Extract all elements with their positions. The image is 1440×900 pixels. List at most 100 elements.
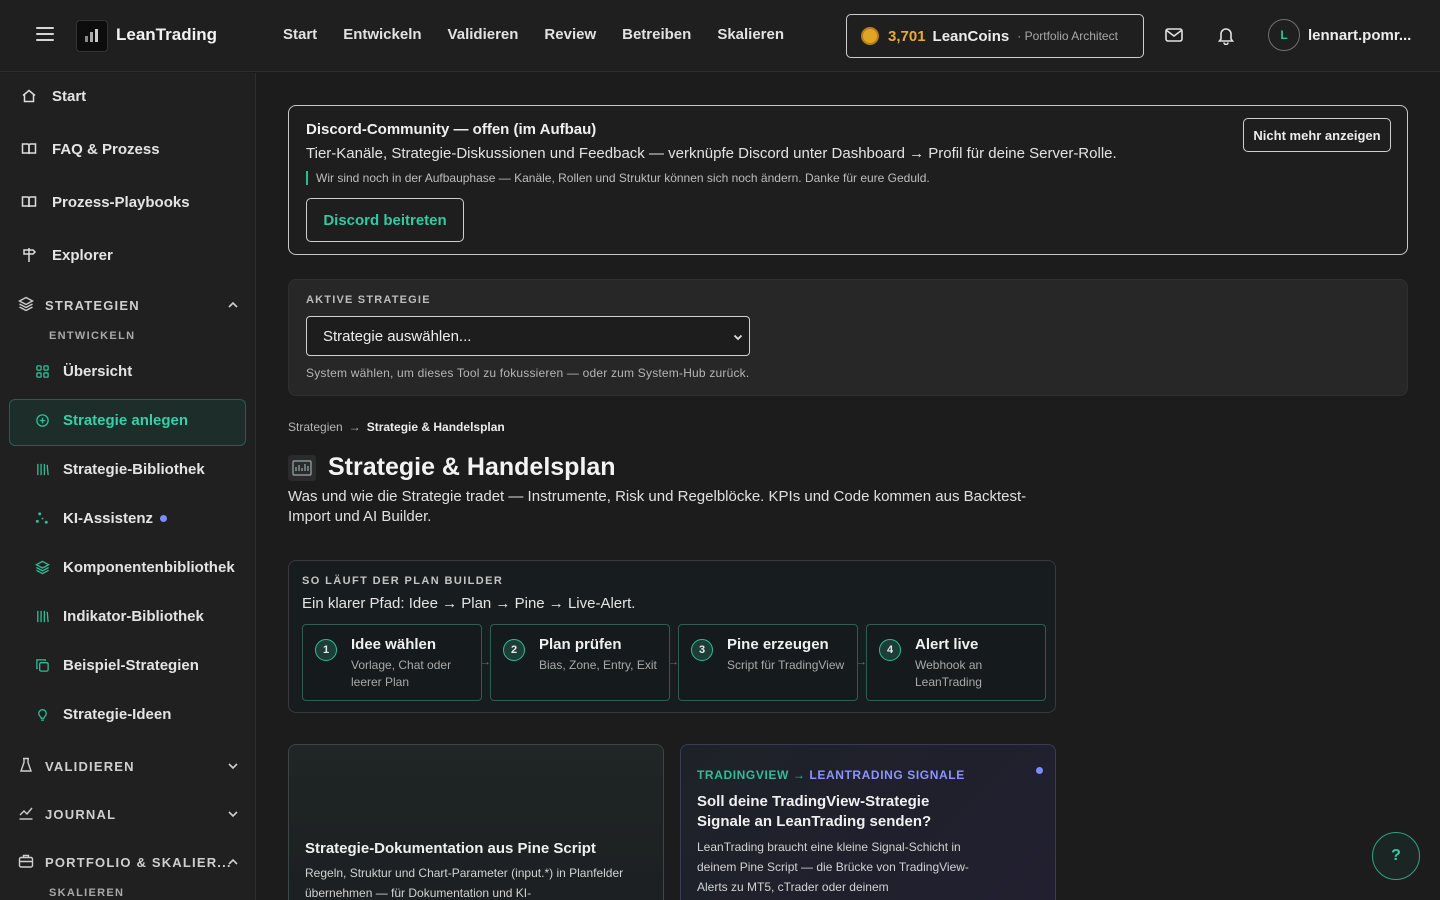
sidebar-item-faq[interactable]: FAQ & Prozess	[20, 140, 160, 158]
step-number: 3	[691, 639, 713, 661]
breadcrumb-parent[interactable]: Strategien	[288, 420, 343, 434]
tradingview-signals-card[interactable]: TRADINGVIEW → LEANTRADING SIGNALE Soll d…	[680, 744, 1056, 900]
sidebar-subheading-skalieren: SKALIEREN	[49, 887, 125, 899]
topnav-entwickeln[interactable]: Entwickeln	[343, 26, 421, 43]
chevron-up-icon	[228, 301, 238, 308]
sidebar-section-label: STRATEGIEN	[45, 297, 140, 313]
dismiss-banner-button[interactable]: Nicht mehr anzeigen	[1243, 118, 1391, 152]
plan-builder-kicker: SO LÄUFT DER PLAN BUILDER	[302, 575, 504, 587]
sidebar-item-start[interactable]: Start	[20, 87, 86, 105]
step-card-alert[interactable]: 4 Alert live Webhook an LeanTrading	[866, 624, 1046, 701]
sidebar-item-beispiel-strategien[interactable]: Beispiel-Strategien	[34, 657, 199, 674]
sidebar-item-playbooks[interactable]: Prozess-Playbooks	[20, 193, 190, 211]
discord-title: Discord-Community — offen (im Aufbau)	[306, 121, 597, 138]
chevron-down-icon	[228, 763, 238, 770]
grid-icon	[34, 364, 50, 380]
step-title: Idee wählen	[351, 636, 437, 653]
help-button[interactable]: ?	[1372, 832, 1420, 880]
layers-icon	[34, 560, 50, 576]
signpost-icon	[20, 246, 38, 264]
topnav-skalieren[interactable]: Skalieren	[717, 26, 784, 43]
step-card-plan[interactable]: 2 Plan prüfen Bias, Zone, Entry, Exit →	[490, 624, 679, 701]
step-description: Webhook an LeanTrading	[915, 658, 983, 689]
leancoins-badge[interactable]: 3,701 LeanCoins · Portfolio Architect	[846, 14, 1144, 58]
coin-rank: · Portfolio Architect	[1017, 29, 1118, 43]
mail-icon[interactable]	[1164, 25, 1186, 47]
sidebar-item-ki-assistenz[interactable]: KI-Assistenz	[34, 510, 168, 527]
strategy-select[interactable]: Strategie auswählen...	[306, 316, 750, 356]
sidebar-item-label: Strategie-Bibliothek	[63, 461, 205, 478]
card-title: Strategie-Dokumentation aus Pine Script	[305, 840, 596, 857]
sidebar-item-strategie-anlegen[interactable]: Strategie anlegen	[34, 412, 188, 429]
sidebar-section-journal[interactable]: JOURNAL	[18, 805, 240, 823]
sidebar-subheading-entwickeln: ENTWICKELN	[49, 330, 136, 342]
page-title: Strategie & Handelsplan	[328, 453, 616, 481]
page-description: Was und wie die Strategie tradet — Instr…	[288, 488, 1027, 525]
plan-builder-steps: 1 Idee wählen Vorlage, Chat oder leerer …	[302, 624, 1046, 701]
topnav-start[interactable]: Start	[283, 26, 317, 43]
active-strategy-hint: System wählen, um dieses Tool zu fokussi…	[306, 366, 750, 380]
lightbulb-icon	[34, 707, 50, 723]
sidebar-section-validieren[interactable]: VALIDIEREN	[18, 757, 240, 775]
breadcrumb-separator: →	[348, 420, 361, 434]
bell-icon[interactable]	[1216, 25, 1238, 47]
plan-builder-subtitle: Ein klarer Pfad: Idee → Plan → Pine → Li…	[302, 595, 636, 612]
sidebar-item-indikator-bibliothek[interactable]: Indikator-Bibliothek	[34, 608, 204, 625]
chevron-up-icon	[228, 858, 238, 865]
home-icon	[20, 87, 38, 105]
sidebar-section-strategien[interactable]: STRATEGIEN	[18, 296, 240, 314]
card-title: Soll deine TradingView-Strategie Signale…	[697, 793, 932, 830]
step-number: 1	[315, 639, 337, 661]
sidebar-item-label: Komponentenbibliothek	[63, 559, 235, 576]
sidebar-item-label: Übersicht	[63, 363, 133, 380]
sidebar-item-label: Indikator-Bibliothek	[63, 608, 204, 625]
strategy-plan-icon	[288, 454, 316, 481]
step-card-idee[interactable]: 1 Idee wählen Vorlage, Chat oder leerer …	[302, 624, 491, 701]
pine-doc-card[interactable]: Strategie-Dokumentation aus Pine Script …	[288, 744, 664, 900]
user-menu[interactable]: L lennart.pomr...	[1268, 19, 1411, 51]
sidebar-item-label: Start	[52, 87, 87, 105]
chevron-down-icon	[228, 811, 238, 818]
sidebar-item-label: Beispiel-Strategien	[63, 657, 199, 674]
plan-builder-panel: SO LÄUFT DER PLAN BUILDER Ein klarer Pfa…	[288, 560, 1056, 713]
sidebar-section-portfolio[interactable]: PORTFOLIO & SKALIER...	[18, 853, 240, 871]
active-strategy-panel: AKTIVE STRATEGIE Strategie auswählen... …	[288, 279, 1408, 396]
flask-icon	[18, 757, 36, 775]
card-tag-source: TRADINGVIEW →	[697, 768, 806, 782]
brand-name[interactable]: LeanTrading	[116, 25, 217, 45]
sidebar-item-strategie-ideen[interactable]: Strategie-Ideen	[34, 706, 171, 723]
step-title: Alert live	[915, 636, 979, 653]
sidebar-item-explorer[interactable]: Explorer	[20, 246, 113, 264]
sidebar-item-uebersicht[interactable]: Übersicht	[34, 363, 132, 380]
step-number: 4	[879, 639, 901, 661]
username: lennart.pomr...	[1308, 26, 1412, 44]
copy-icon	[34, 658, 50, 674]
sidebar-item-komponentenbibliothek[interactable]: Komponentenbibliothek	[34, 559, 235, 576]
coin-name: LeanCoins	[932, 27, 1010, 45]
sidebar-item-strategie-bibliothek[interactable]: Strategie-Bibliothek	[34, 461, 205, 478]
card-tag-target: LEANTRADING SIGNALE	[809, 768, 965, 782]
step-card-pine[interactable]: 3 Pine erzeugen Script für TradingView →	[678, 624, 867, 701]
active-strategy-label: AKTIVE STRATEGIE	[306, 294, 431, 306]
new-badge-dot	[1036, 767, 1043, 774]
sidebar-section-label: PORTFOLIO & SKALIER...	[45, 854, 232, 870]
sidebar: Start FAQ & Prozess Prozess-Playbooks Ex…	[0, 73, 256, 900]
sidebar-section-label: JOURNAL	[45, 806, 117, 822]
discord-join-button[interactable]: Discord beitreten	[306, 198, 464, 242]
topnav-review[interactable]: Review	[544, 26, 596, 43]
plus-circle-icon	[34, 413, 50, 429]
sidebar-item-label: Strategie-Ideen	[63, 706, 172, 723]
menu-icon[interactable]	[36, 27, 54, 43]
topnav-betreiben[interactable]: Betreiben	[622, 26, 691, 43]
topnav-validieren[interactable]: Validieren	[448, 26, 519, 43]
avatar: L	[1268, 19, 1300, 51]
discord-banner: Discord-Community — offen (im Aufbau) Ti…	[288, 105, 1408, 255]
leantrading-logo-icon[interactable]	[76, 20, 108, 52]
step-title: Pine erzeugen	[727, 636, 829, 653]
step-description: Vorlage, Chat oder leerer Plan	[351, 658, 452, 689]
sidebar-section-label: VALIDIEREN	[45, 758, 135, 774]
coin-count: 3,701	[888, 27, 926, 45]
sidebar-item-label: KI-Assistenz	[63, 510, 154, 527]
card-description: Regeln, Struktur und Chart-Parameter (in…	[305, 866, 624, 900]
sidebar-item-label: Prozess-Playbooks	[52, 193, 190, 211]
